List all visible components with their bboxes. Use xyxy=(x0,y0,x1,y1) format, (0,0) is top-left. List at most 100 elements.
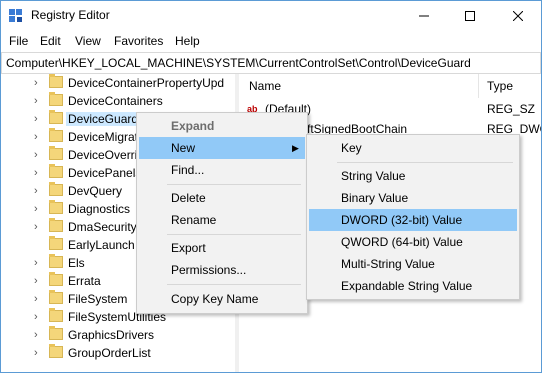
tree-item-label: DevicePanels xyxy=(68,166,142,180)
submenu-item-multi-string-value[interactable]: Multi-String Value xyxy=(309,253,517,275)
folder-icon xyxy=(49,308,63,322)
folder-icon xyxy=(49,326,63,340)
chevron-right-icon[interactable]: › xyxy=(34,329,44,341)
menu-item-export[interactable]: Export xyxy=(139,237,305,259)
chevron-right-icon[interactable]: › xyxy=(34,185,44,197)
menu-separator xyxy=(167,234,301,235)
minimize-button[interactable] xyxy=(401,1,447,31)
tree-item-devicecontainerpropertyupd[interactable]: › DeviceContainerPropertyUpd xyxy=(1,74,235,92)
menu-edit[interactable]: Edit xyxy=(40,34,61,48)
minimize-icon xyxy=(419,15,429,17)
folder-icon xyxy=(49,200,63,214)
chevron-right-icon: ▶ xyxy=(292,143,299,153)
menu-item-label: Export xyxy=(171,241,206,255)
menu-bar: File Edit View Favorites Help xyxy=(1,31,541,51)
new-submenu: Key String Value Binary Value DWORD (32-… xyxy=(306,134,520,300)
menu-item-label: String Value xyxy=(341,169,406,183)
close-button[interactable] xyxy=(495,1,541,31)
chevron-right-icon[interactable]: › xyxy=(34,347,44,359)
menu-separator xyxy=(167,184,301,185)
menu-item-copy-key-name[interactable]: Copy Key Name xyxy=(139,288,305,310)
folder-icon xyxy=(49,128,63,142)
column-header-type-label: Type xyxy=(487,79,514,93)
menu-item-label: Find... xyxy=(171,163,205,177)
address-path: Computer\HKEY_LOCAL_MACHINE\SYSTEM\Curre… xyxy=(6,56,471,70)
value-type: REG_SZ xyxy=(487,102,536,116)
menu-separator xyxy=(337,162,513,163)
menu-favorites[interactable]: Favorites xyxy=(114,34,163,48)
submenu-item-dword-value[interactable]: DWORD (32-bit) Value xyxy=(309,209,517,231)
menu-item-label: Permissions... xyxy=(171,263,247,277)
chevron-right-icon[interactable]: › xyxy=(34,257,44,269)
submenu-item-string-value[interactable]: String Value xyxy=(309,165,517,187)
menu-item-label: Key xyxy=(341,141,362,155)
submenu-item-binary-value[interactable]: Binary Value xyxy=(309,187,517,209)
menu-item-find[interactable]: Find... xyxy=(139,159,305,181)
menu-help[interactable]: Help xyxy=(175,34,200,48)
submenu-item-key[interactable]: Key xyxy=(309,137,517,159)
tree-item-graphicsdrivers[interactable]: › GraphicsDrivers xyxy=(1,326,235,344)
tree-item-grouporderlist[interactable]: › GroupOrderList xyxy=(1,344,235,362)
chevron-right-icon[interactable]: › xyxy=(34,95,44,107)
tree-item-devicecontainers[interactable]: › DeviceContainers xyxy=(1,92,235,110)
maximize-button[interactable] xyxy=(447,1,493,31)
menu-separator xyxy=(167,284,301,285)
folder-icon xyxy=(49,344,63,358)
tree-item-label: Els xyxy=(68,256,85,270)
tree-item-label: DevQuery xyxy=(68,184,123,198)
menu-view[interactable]: View xyxy=(75,34,101,48)
column-header-type[interactable]: Type xyxy=(479,74,541,98)
chevron-right-icon[interactable]: › xyxy=(34,293,44,305)
folder-icon xyxy=(49,164,63,178)
chevron-right-icon[interactable]: › xyxy=(34,275,44,287)
tree-item-label: GroupOrderList xyxy=(68,346,151,360)
menu-item-label: QWORD (64-bit) Value xyxy=(341,235,463,249)
folder-icon xyxy=(49,182,63,196)
menu-item-label: New xyxy=(171,141,196,155)
tree-item-label: EarlyLaunch xyxy=(68,238,135,252)
folder-icon xyxy=(49,236,63,250)
chevron-right-icon[interactable]: › xyxy=(34,311,44,323)
tree-item-label: Diagnostics xyxy=(68,202,131,216)
column-header-name[interactable]: Name xyxy=(239,74,479,98)
folder-icon xyxy=(49,110,63,124)
folder-icon xyxy=(49,272,63,286)
title-bar[interactable]: Registry Editor xyxy=(1,1,541,31)
chevron-right-icon[interactable]: › xyxy=(34,203,44,215)
menu-item-rename[interactable]: Rename xyxy=(139,209,305,231)
context-menu: Expand New ▶ Find... Delete Rename Expor… xyxy=(136,112,308,314)
column-header-name-label: Name xyxy=(249,79,282,93)
tree-item-label: DeviceGuard xyxy=(66,112,141,126)
tree-item-label: DeviceOverri xyxy=(68,148,138,162)
folder-icon xyxy=(49,92,63,106)
menu-item-delete[interactable]: Delete xyxy=(139,187,305,209)
address-bar[interactable]: Computer\HKEY_LOCAL_MACHINE\SYSTEM\Curre… xyxy=(1,52,541,74)
registry-editor-icon xyxy=(9,9,22,22)
chevron-right-icon[interactable]: › xyxy=(34,221,44,233)
menu-item-label: Expand xyxy=(171,119,215,133)
close-icon xyxy=(512,10,524,22)
menu-item-label: Multi-String Value xyxy=(341,257,435,271)
menu-item-label: Binary Value xyxy=(341,191,409,205)
menu-item-label: Expandable String Value xyxy=(341,279,473,293)
menu-item-expand[interactable]: Expand xyxy=(139,115,305,137)
tree-item-label: DeviceContainerPropertyUpd xyxy=(68,76,225,90)
window-title: Registry Editor xyxy=(31,8,110,22)
chevron-right-icon[interactable]: › xyxy=(34,167,44,179)
menu-item-label: Copy Key Name xyxy=(171,292,259,306)
tree-item-label: DeviceMigrat xyxy=(68,130,139,144)
submenu-item-expandable-string-value[interactable]: Expandable String Value xyxy=(309,275,517,297)
chevron-right-icon[interactable]: › xyxy=(34,149,44,161)
folder-icon xyxy=(49,290,63,304)
folder-icon xyxy=(49,218,63,232)
chevron-right-icon[interactable]: › xyxy=(34,113,44,125)
folder-icon xyxy=(49,254,63,268)
chevron-right-icon[interactable]: › xyxy=(34,77,44,89)
menu-item-new[interactable]: New ▶ xyxy=(139,137,305,159)
menu-item-permissions[interactable]: Permissions... xyxy=(139,259,305,281)
menu-item-label: Delete xyxy=(171,191,206,205)
registry-editor-window: Registry Editor File Edit View Favorites… xyxy=(0,0,542,373)
menu-file[interactable]: File xyxy=(9,34,28,48)
submenu-item-qword-value[interactable]: QWORD (64-bit) Value xyxy=(309,231,517,253)
chevron-right-icon[interactable]: › xyxy=(34,131,44,143)
